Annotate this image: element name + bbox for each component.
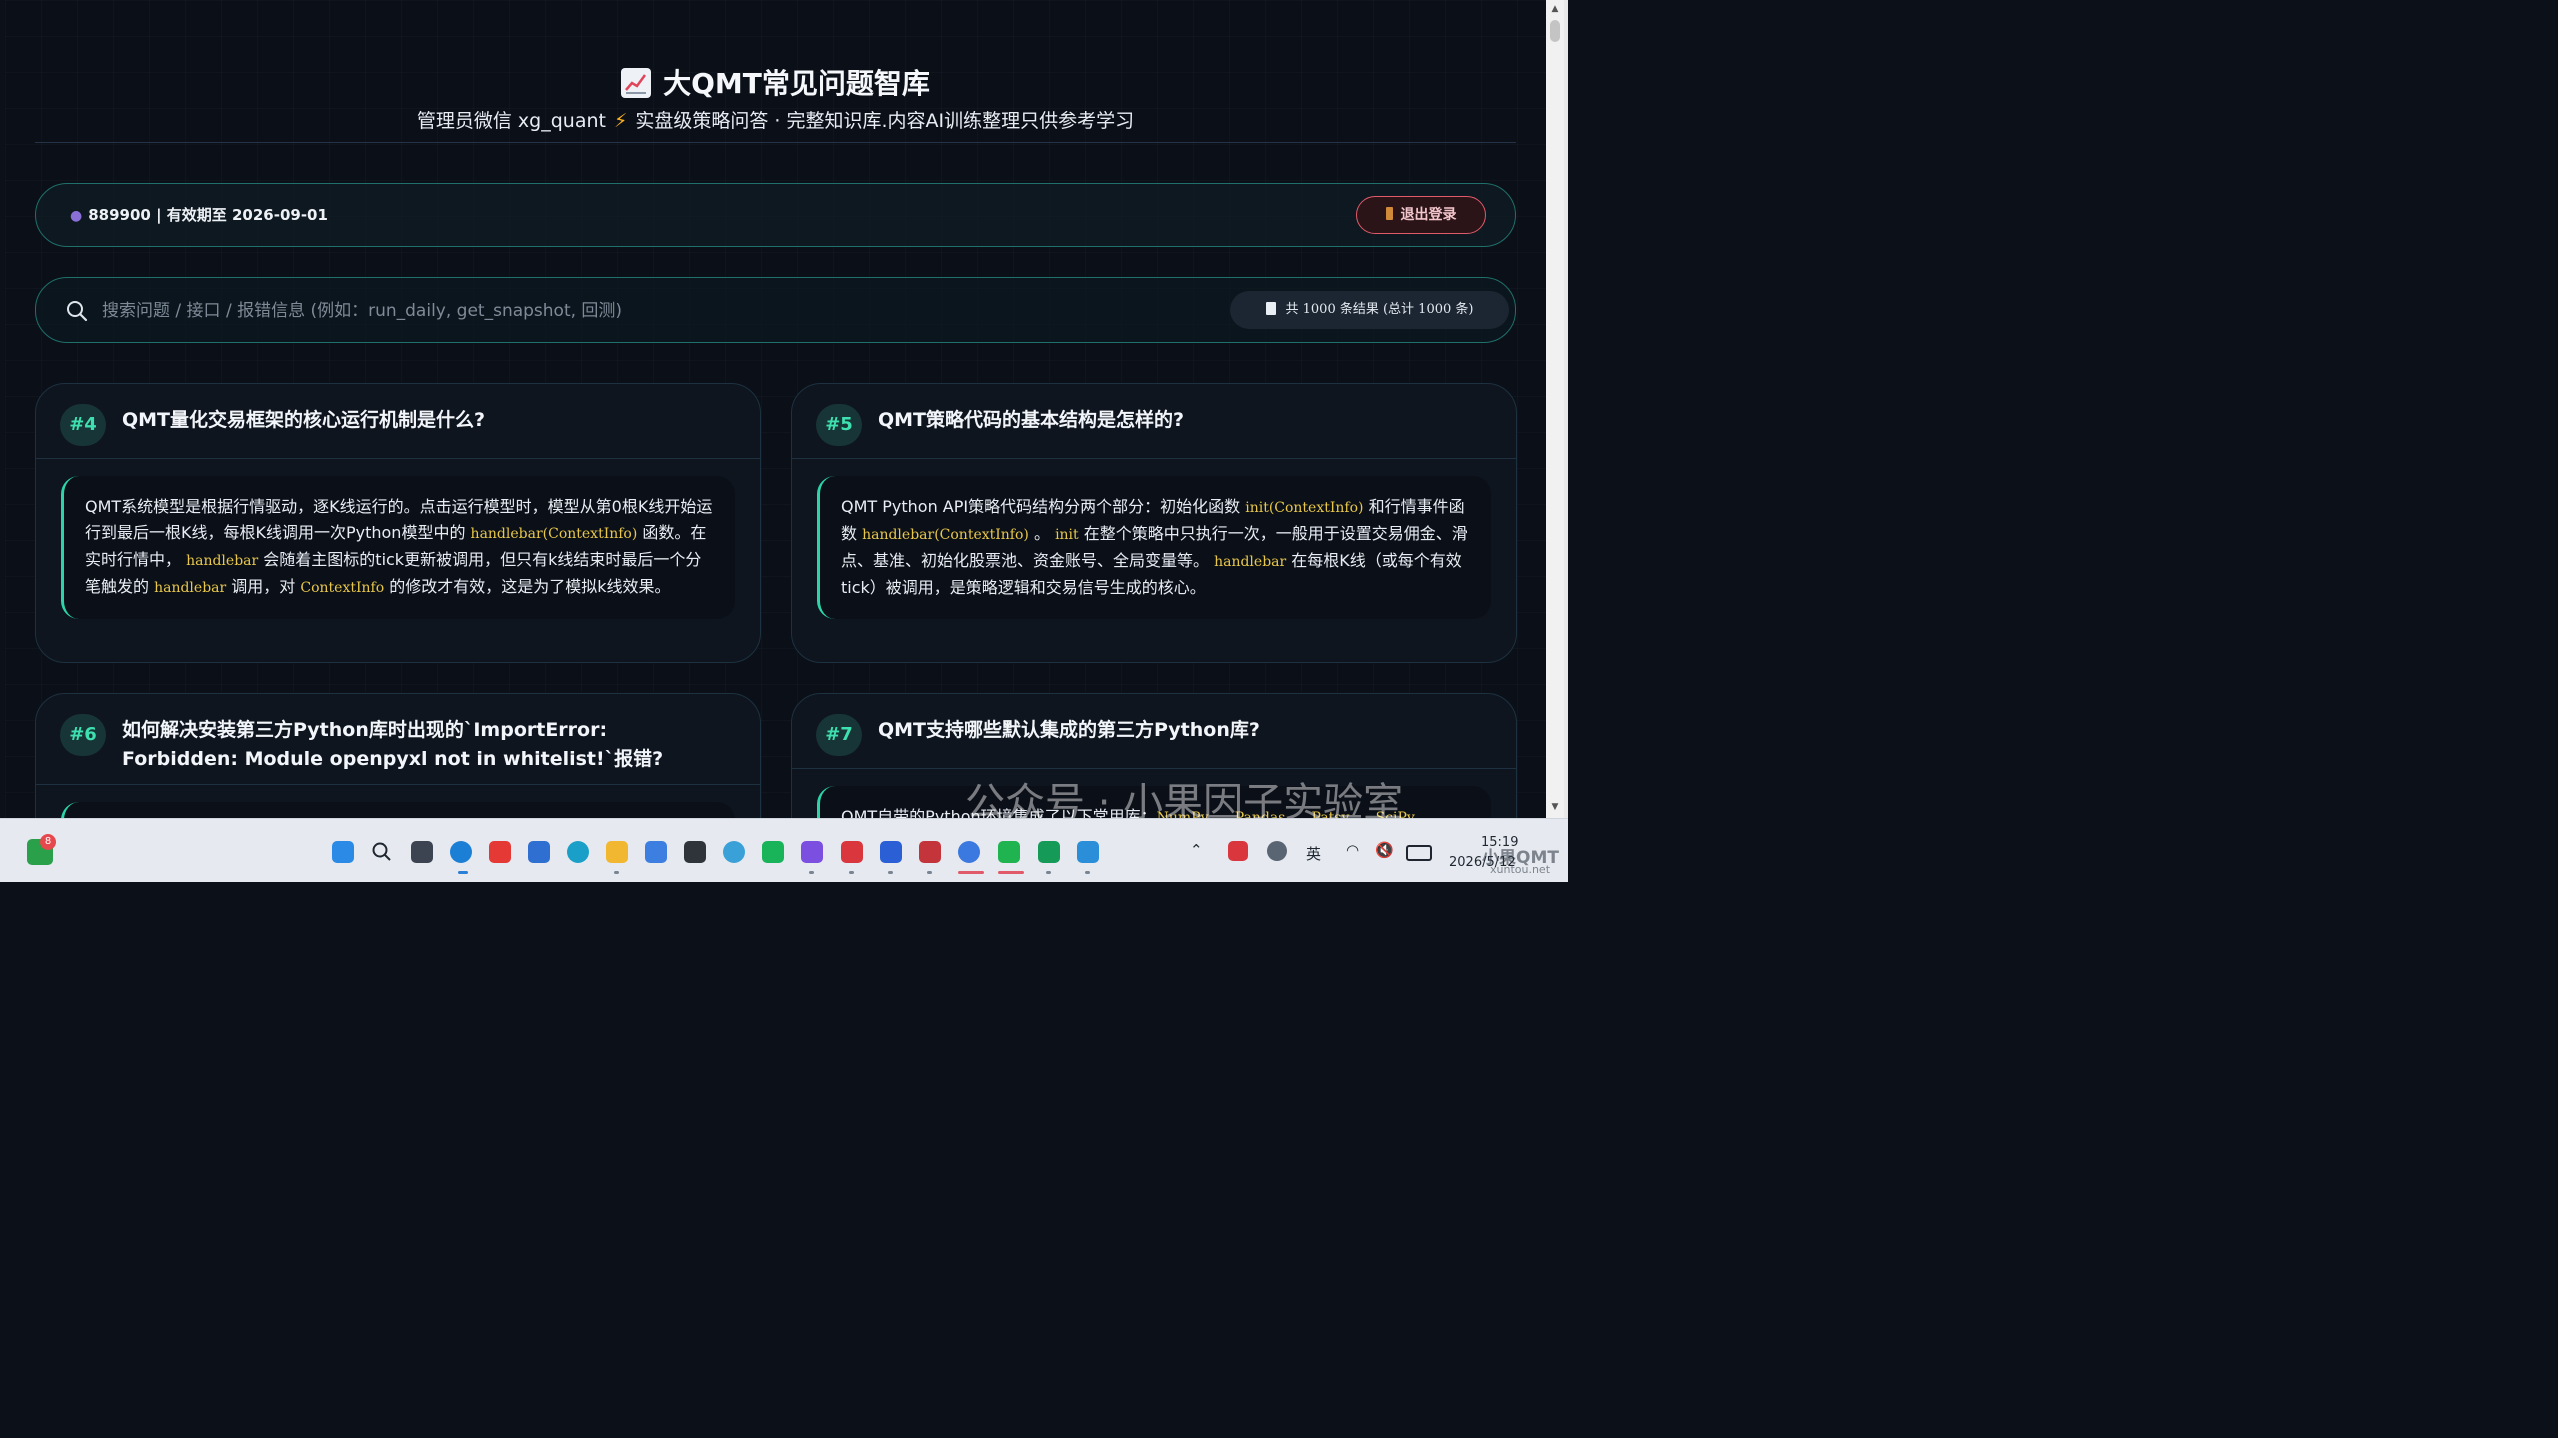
result-count-badge: 共 1000 条结果 (总计 1000 条) <box>1230 291 1509 329</box>
store-icon[interactable] <box>645 841 667 863</box>
qa-number: #6 <box>60 714 106 756</box>
inline-code: handlebar(ContextInfo) <box>862 527 1029 543</box>
tray-cloud-icon[interactable] <box>1267 841 1287 861</box>
qa-answer: QMT Python API策略代码结构分两个部分：初始化函数 init(Con… <box>817 476 1491 619</box>
search-taskbar-icon[interactable] <box>371 841 393 863</box>
scrollbar-thumb[interactable] <box>1550 20 1560 42</box>
edge-browser-icon[interactable] <box>450 841 472 863</box>
outlook-icon[interactable] <box>528 841 550 863</box>
admin-wechat-text: 管理员微信 xg_quant <box>416 110 606 132</box>
qa-answer <box>61 802 735 818</box>
page-title-text: 大QMT常见问题智库 <box>663 67 930 100</box>
battery-icon[interactable] <box>1406 845 1432 861</box>
qa-card[interactable]: #4 QMT量化交易框架的核心运行机制是什么? QMT系统模型是根据行情驱动，逐… <box>35 383 761 663</box>
task-view-icon[interactable] <box>411 841 433 863</box>
user-info: ● 889900 | 有效期至 2026-09-01 <box>70 204 328 225</box>
vpn-app-icon[interactable] <box>801 841 823 863</box>
header-divider <box>35 142 1516 143</box>
qa-card[interactable]: #6 如何解决安装第三方Python库时出现的`ImportError: For… <box>35 693 761 818</box>
search-icon <box>66 300 88 326</box>
qa-question: 如何解决安装第三方Python库时出现的`ImportError: Forbid… <box>122 719 664 770</box>
wechat-icon[interactable] <box>998 841 1020 863</box>
qa-question: QMT策略代码的基本结构是怎样的? <box>878 409 1185 431</box>
qa-number: #4 <box>60 404 106 446</box>
page-title: 大QMT常见问题智库 <box>5 62 1546 102</box>
qa-number: #5 <box>816 404 862 446</box>
user-icon: ● <box>70 208 83 224</box>
m-app-icon[interactable] <box>880 841 902 863</box>
inline-code: ContextInfo <box>300 580 385 596</box>
qa-number: #7 <box>816 714 862 756</box>
notepad-icon[interactable] <box>1077 841 1099 863</box>
qa-question: QMT支持哪些默认集成的第三方Python库? <box>878 719 1260 741</box>
start-windows-icon[interactable] <box>332 841 354 863</box>
scrollbar[interactable]: ▲ ▼ <box>1546 0 1564 818</box>
chrome-icon[interactable] <box>958 841 980 863</box>
logout-label: 退出登录 <box>1400 207 1457 223</box>
page-subtitle: 管理员微信 xg_quant ⚡ 实盘级策略问答 · 完整知识库.内容AI训练整理只… <box>5 106 1546 133</box>
door-icon <box>1385 207 1393 220</box>
broker-app-icon[interactable] <box>919 841 941 863</box>
answer-text: QMT Python API策略代码结构分两个部分：初始化函数 <box>841 497 1246 516</box>
qa-question: QMT量化交易框架的核心运行机制是什么? <box>122 409 486 431</box>
watermark: 公众号 · 小果因子实验室 <box>965 770 1403 818</box>
qa-card[interactable]: #5 QMT策略代码的基本结构是怎样的? QMT Python API策略代码结… <box>791 383 1517 663</box>
scroll-up-icon[interactable]: ▲ <box>1546 2 1564 16</box>
inline-code: handlebar <box>186 553 259 569</box>
qa-card-header: #5 QMT策略代码的基本结构是怎样的? <box>792 384 1516 459</box>
search-input[interactable] <box>100 296 1204 326</box>
qa-card-header: #7 QMT支持哪些默认集成的第三方Python库? <box>792 694 1516 769</box>
tray-chevron-icon[interactable]: ⌃ <box>1190 841 1203 859</box>
window-edge <box>1564 0 1568 818</box>
notification-badge: 8 <box>40 834 56 850</box>
green-app-icon[interactable] <box>762 841 784 863</box>
app-window: 大QMT常见问题智库 管理员微信 xg_quant ⚡ 实盘级策略问答 · 完整知识… <box>5 0 1546 818</box>
inline-code: init <box>1055 527 1079 543</box>
inline-code: handlebar(ContextInfo) <box>470 526 638 542</box>
app-cube-icon[interactable] <box>684 841 706 863</box>
result-count-text: 共 1000 条结果 (总计 1000 条) <box>1285 302 1474 317</box>
lightning-icon: ⚡ <box>613 110 628 132</box>
edge-dev-icon[interactable] <box>567 841 589 863</box>
qa-answer: QMT系统模型是根据行情驱动，逐K线运行的。点击运行模型时，模型从第0根K线开始… <box>61 476 735 619</box>
document-icon <box>1265 302 1276 315</box>
trading-app-icon[interactable] <box>841 841 863 863</box>
inline-code: handlebar <box>1214 554 1287 570</box>
qa-card-header: #6 如何解决安装第三方Python库时出现的`ImportError: For… <box>36 694 760 785</box>
answer-text: 的修改才有效，这是为了模拟k线效果。 <box>384 577 671 596</box>
inline-code: handlebar <box>154 580 227 596</box>
wps-icon[interactable] <box>489 841 511 863</box>
answer-text: 。 <box>1028 524 1056 543</box>
ime-indicator[interactable]: 英 <box>1306 843 1321 864</box>
user-bar: ● 889900 | 有效期至 2026-09-01 退出登录 <box>35 183 1516 247</box>
qa-card-header: #4 QMT量化交易框架的核心运行机制是什么? <box>36 384 760 459</box>
search-bar: 共 1000 条结果 (总计 1000 条) <box>35 277 1516 343</box>
volume-muted-icon[interactable]: 🔇 <box>1375 841 1394 859</box>
file-explorer-icon[interactable] <box>606 841 628 863</box>
scroll-down-icon[interactable]: ▼ <box>1546 800 1564 814</box>
answer-text: 调用，对 <box>226 577 301 596</box>
taskbar: ⌃ 英 ◠ 🔇 15:19 2026/5/12 小果QMT xuntou.net <box>0 818 1568 882</box>
message-app-icon[interactable] <box>1038 841 1060 863</box>
tray-app-icon[interactable] <box>1228 841 1248 861</box>
inline-code: init(ContextInfo) <box>1245 500 1364 516</box>
watermark-text: 公众号 · 小果因子实验室 <box>965 780 1404 818</box>
logout-button[interactable]: 退出登录 <box>1356 196 1486 234</box>
chart-up-icon <box>621 68 652 98</box>
user-info-text: 889900 | 有效期至 2026-09-01 <box>88 206 328 224</box>
subtitle-description: 实盘级策略问答 · 完整知识库.内容AI训练整理只供参考学习 <box>635 110 1135 132</box>
globe-app-icon[interactable] <box>723 841 745 863</box>
site-watermark-url: xuntou.net <box>1490 863 1551 876</box>
wifi-icon[interactable]: ◠ <box>1346 841 1359 859</box>
